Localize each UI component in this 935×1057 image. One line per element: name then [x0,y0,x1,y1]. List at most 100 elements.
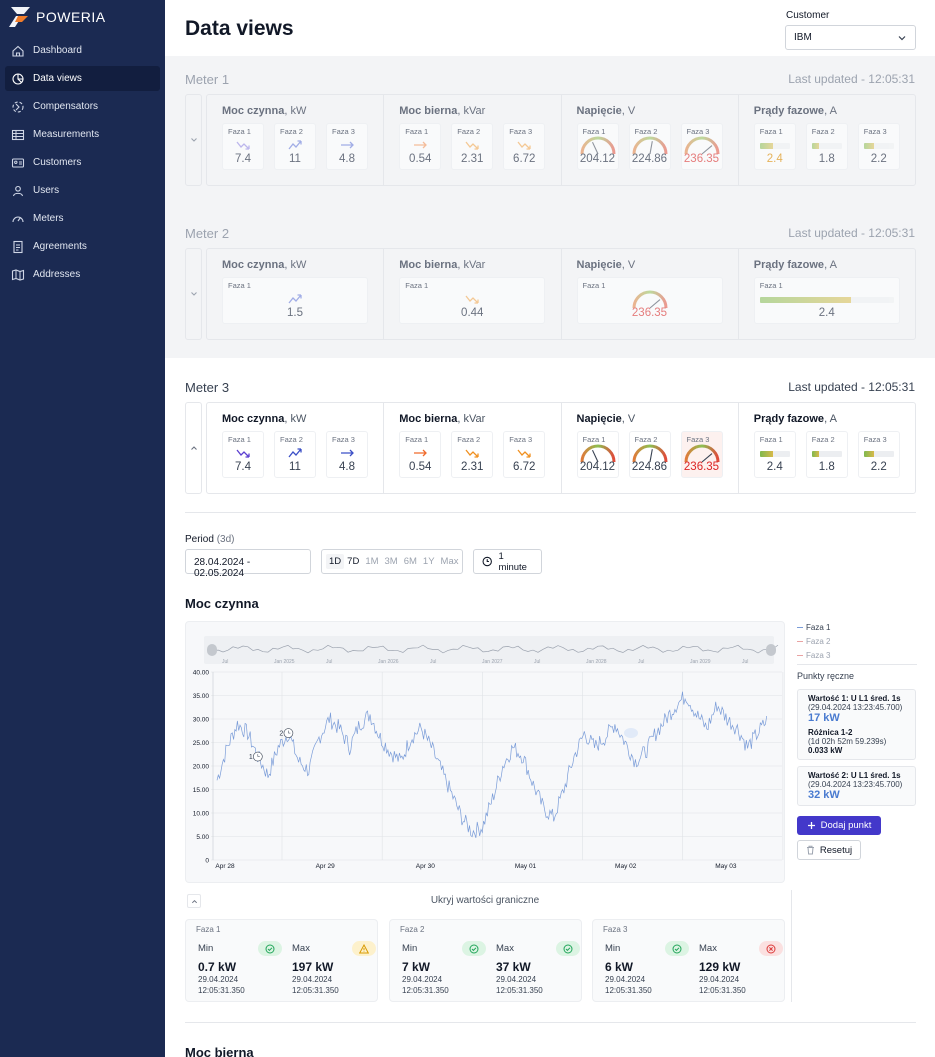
y-tick-label: 35.00 [193,693,210,700]
phase-tile[interactable]: Faza 3 236.35 [680,123,723,170]
meter-last-updated: Last updated - 12:05:31 [788,72,915,86]
phase-value: 2.4 [818,307,835,319]
reset-button[interactable]: Resetuj [797,840,861,860]
sidebar-item-users[interactable]: Users [5,178,160,203]
phase-tile[interactable]: Faza 2 2.31 [451,431,494,478]
group-name: Moc czynna [222,413,285,425]
min-header: Min [198,940,288,957]
gauge-icon [632,444,667,463]
manual-point-label: 2 [279,731,283,738]
point-2-name: Wartość 2: U L1 śred. 1s [808,771,901,780]
point-1-value: 17 kW [808,712,840,724]
period-label: Period (3d) [185,534,234,545]
phase-value: 2.31 [461,461,484,473]
phase-label: Faza 1 [759,127,783,136]
legend-item[interactable]: Faza 2 [797,634,917,648]
level-bar [759,451,790,457]
sidebar-item-dashboard[interactable]: Dashboard [5,38,160,63]
interval-select[interactable]: 1 minute [473,549,542,574]
phase-tile[interactable]: Faza 2 1.8 [805,431,848,478]
phase-tile[interactable]: Faza 2 2.31 [451,123,494,170]
phase-tile[interactable]: Faza 3 4.8 [326,123,368,170]
range-selector: 1D 7D 1M 3M 6M 1Y Max [321,549,463,574]
sidebar-item-measurements[interactable]: Measurements [5,122,160,147]
navigator-tick-label: Jan 2028 [586,659,607,665]
meter-toggle-button[interactable] [185,94,202,186]
trend-down-icon [236,141,250,150]
sidebar-item-label: Meters [33,213,64,224]
active-power-chart[interactable]: Jul Jan 2025 Jul Jan 2026 Jul Jan 2027 Jul Jan … [186,622,786,884]
group-unit: , kVar [457,259,486,271]
page-title: Data views [185,17,294,40]
logo[interactable]: POWERIA [0,0,165,34]
phase-tile[interactable]: Faza 1 0.54 [399,431,442,478]
chart-card[interactable]: Jul Jan 2025 Jul Jan 2026 Jul Jan 2027 Jul Jan … [185,621,785,883]
phase-tile[interactable]: Faza 1 204.12 [576,123,619,170]
date-range-input[interactable]: 28.04.2024 - 02.05.2024 [185,549,311,579]
range-button-7d[interactable]: 7D [344,554,362,569]
phase-tile[interactable]: Faza 1 7.4 [222,431,264,478]
phase-tile[interactable]: Faza 3 2.2 [857,431,900,478]
max-label: Max [496,943,514,954]
min-time: 12:05:31.350 [402,986,449,995]
phase-tile[interactable]: Faza 3 6.72 [503,431,546,478]
phase-tile[interactable]: Faza 2 1.8 [805,123,848,170]
sidebar-item-compensators[interactable]: Compensators [5,94,160,119]
max-status-badge [759,941,783,956]
meter-toggle-button[interactable] [185,248,202,340]
phase-tile[interactable]: Faza 3 236.35 [680,431,723,478]
reactive-power-section-title: Moc bierna [185,1045,254,1057]
phase-tile[interactable]: Faza 1 2.4 [753,277,900,324]
phase-tile[interactable]: Faza 1 0.44 [399,277,546,324]
phase-tile[interactable]: Faza 1 2.4 [753,123,796,170]
hide-limits-label[interactable]: Ukryj wartości graniczne [185,895,785,906]
phase-label: Faza 2 [280,127,303,136]
phase-tile[interactable]: Faza 1 204.12 [576,431,619,478]
diff-value: 0.033 kW [808,746,843,755]
sidebar-item-label: Agreements [33,241,87,252]
limit-card-title: Faza 1 [196,925,221,934]
sidebar-item-customers[interactable]: Customers [5,150,160,175]
range-button-max[interactable]: Max [438,554,462,569]
range-button-6m[interactable]: 6M [401,554,420,569]
group-unit: , kW [284,105,307,117]
sidebar-item-meters[interactable]: Meters [5,206,160,231]
check-circle-icon [469,944,479,953]
group-name: Moc czynna [222,105,285,117]
sidebar-item-addresses[interactable]: Addresses [5,262,160,287]
phase-tile[interactable]: Faza 1 7.4 [222,123,264,170]
phase-tile[interactable]: Faza 1 1.5 [222,277,368,324]
phase-tile[interactable]: Faza 3 2.2 [857,123,900,170]
pie-chart-icon [11,72,25,86]
add-point-button[interactable]: Dodaj punkt [797,816,881,835]
x-tick-label: Apr 29 [316,863,336,870]
group-name: Moc czynna [222,259,285,271]
range-button-1m[interactable]: 1M [362,554,381,569]
phase-tile[interactable]: Faza 1 236.35 [576,277,723,324]
legend-item[interactable]: Faza 3 [797,648,917,662]
customer-select[interactable]: IBM [785,25,916,50]
phase-tile[interactable]: Faza 3 6.72 [503,123,546,170]
sidebar-item-data-views[interactable]: Data views [5,66,160,91]
legend-item[interactable]: Faza 1 [797,620,917,634]
range-button-3m[interactable]: 3M [382,554,401,569]
legend-swatch [797,626,803,628]
meter-toggle-button[interactable] [185,402,202,494]
y-tick-label: 5.00 [196,834,209,841]
range-button-1d[interactable]: 1D [326,554,345,569]
phase-tile[interactable]: Faza 2 224.86 [628,123,671,170]
chevron-down-icon [190,292,197,296]
phase-tile[interactable]: Faza 2 11 [274,431,316,478]
x-tick-label: Apr 28 [215,863,235,870]
map-icon [11,268,25,282]
phase-tile[interactable]: Faza 1 2.4 [753,431,796,478]
manual-point-card-1[interactable]: Wartość 1: U L1 śred. 1s (29.04.2024 13:… [797,689,916,760]
phase-tile[interactable]: Faza 1 0.54 [399,123,442,170]
phase-tile[interactable]: Faza 3 4.8 [326,431,368,478]
sidebar-item-agreements[interactable]: Agreements [5,234,160,259]
manual-point-card-2[interactable]: Wartość 2: U L1 śred. 1s (29.04.2024 13:… [797,766,916,806]
phase-tile[interactable]: Faza 2 224.86 [628,431,671,478]
range-button-1y[interactable]: 1Y [420,554,438,569]
phase-tile[interactable]: Faza 2 11 [274,123,316,170]
add-point-label: Dodaj punkt [820,820,872,831]
